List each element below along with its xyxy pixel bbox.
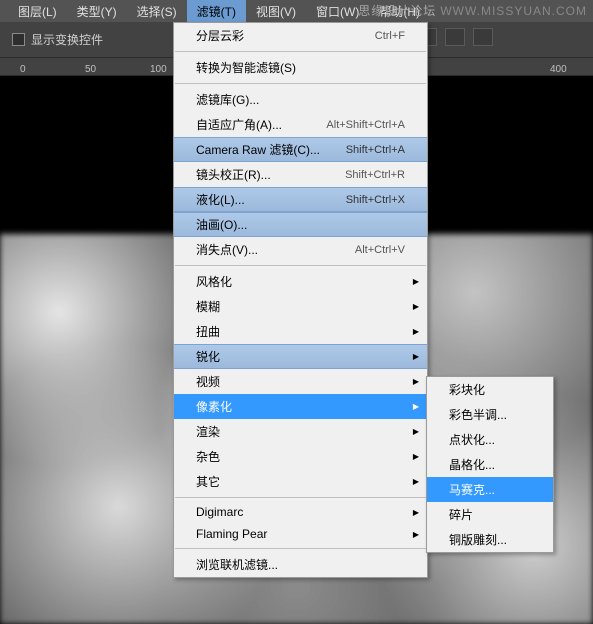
menu-item[interactable]: 风格化	[174, 269, 427, 294]
menu-separator	[175, 83, 426, 84]
menu-item[interactable]: 浏览联机滤镜...	[174, 552, 427, 577]
menu-item-shortcut: Shift+Ctrl+R	[345, 169, 405, 181]
menubar-item-1[interactable]: 类型(Y)	[67, 0, 127, 23]
menu-item[interactable]: 转换为智能滤镜(S)	[174, 55, 427, 80]
menu-item-label: 镜头校正(R)...	[196, 166, 271, 183]
checkbox-icon	[12, 33, 25, 46]
menu-separator	[175, 51, 426, 52]
menu-item[interactable]: 油画(O)...	[174, 212, 427, 237]
menubar-item-0[interactable]: 图层(L)	[8, 0, 67, 23]
menu-item-label: 分层云彩	[196, 27, 244, 44]
submenu-item[interactable]: 晶格化...	[427, 452, 553, 477]
menu-item[interactable]: 分层云彩 Ctrl+F	[174, 23, 427, 48]
menu-item-label: 滤镜库(G)...	[196, 91, 259, 108]
ruler-tick: 0	[20, 64, 26, 75]
menu-item-label: Camera Raw 滤镜(C)...	[196, 141, 320, 158]
menu-separator	[175, 548, 426, 549]
alignment-icons	[417, 28, 493, 46]
menu-separator	[175, 265, 426, 266]
menu-item[interactable]: 扭曲	[174, 319, 427, 344]
menu-item[interactable]: 消失点(V)... Alt+Ctrl+V	[174, 237, 427, 262]
menu-item[interactable]: 其它	[174, 469, 427, 494]
menu-item[interactable]: 视频	[174, 369, 427, 394]
menu-item-label: 模糊	[196, 298, 220, 315]
menu-item-shortcut: Alt+Shift+Ctrl+A	[326, 119, 405, 131]
submenu-item[interactable]: 铜版雕刻...	[427, 527, 553, 552]
menu-item-label: 自适应广角(A)...	[196, 116, 282, 133]
menu-item-label: 杂色	[196, 448, 220, 465]
watermark: 思缘设计论坛 WWW.MISSYUAN.COM	[358, 2, 587, 19]
checkbox-label: 显示变换控件	[31, 31, 103, 48]
menu-item[interactable]: 滤镜库(G)...	[174, 87, 427, 112]
align-icon-3[interactable]	[473, 28, 493, 46]
align-icon-2[interactable]	[445, 28, 465, 46]
submenu-item[interactable]: 彩色半调...	[427, 402, 553, 427]
menu-item-label: Digimarc	[196, 505, 243, 519]
submenu-item[interactable]: 点状化...	[427, 427, 553, 452]
menubar-item-2[interactable]: 选择(S)	[127, 0, 187, 23]
filter-menu-dropdown: 分层云彩 Ctrl+F 转换为智能滤镜(S) 滤镜库(G)... 自适应广角(A)...…	[173, 22, 428, 578]
menu-item-label: 像素化	[196, 398, 232, 415]
menu-item[interactable]: 自适应广角(A)... Alt+Shift+Ctrl+A	[174, 112, 427, 137]
menu-item-label: 消失点(V)...	[196, 241, 258, 258]
menu-item[interactable]: 像素化	[174, 394, 427, 419]
menu-item[interactable]: Flaming Pear	[174, 523, 427, 545]
submenu-item[interactable]: 碎片	[427, 502, 553, 527]
show-transform-controls[interactable]: 显示变换控件	[12, 31, 103, 48]
menu-item-label: 扭曲	[196, 323, 220, 340]
menu-item[interactable]: 镜头校正(R)... Shift+Ctrl+R	[174, 162, 427, 187]
menu-item-label: Flaming Pear	[196, 527, 267, 541]
menu-item-label: 视频	[196, 373, 220, 390]
menu-item-label: 其它	[196, 473, 220, 490]
menu-item-label: 锐化	[196, 348, 220, 365]
menubar-item-3[interactable]: 滤镜(T)	[187, 0, 246, 23]
ruler-tick: 50	[85, 64, 96, 75]
menu-item-label: 浏览联机滤镜...	[196, 556, 278, 573]
menu-item[interactable]: 锐化	[174, 344, 427, 369]
menu-item-shortcut: Alt+Ctrl+V	[355, 244, 405, 256]
menu-item-label: 转换为智能滤镜(S)	[196, 59, 296, 76]
menu-item[interactable]: Camera Raw 滤镜(C)... Shift+Ctrl+A	[174, 137, 427, 162]
menu-item-shortcut: Shift+Ctrl+A	[346, 144, 405, 156]
menu-item[interactable]: 杂色	[174, 444, 427, 469]
menu-separator	[175, 497, 426, 498]
submenu-item[interactable]: 马赛克...	[427, 477, 553, 502]
pixelate-submenu: 彩块化彩色半调...点状化...晶格化...马赛克...碎片铜版雕刻...	[426, 376, 554, 553]
menu-item[interactable]: 渲染	[174, 419, 427, 444]
submenu-item[interactable]: 彩块化	[427, 377, 553, 402]
menu-item[interactable]: 模糊	[174, 294, 427, 319]
ruler-tick: 100	[150, 64, 167, 75]
menu-item[interactable]: Digimarc	[174, 501, 427, 523]
menubar-item-4[interactable]: 视图(V)	[246, 0, 306, 23]
menu-item-label: 液化(L)...	[196, 191, 245, 208]
ruler-tick: 400	[550, 64, 567, 75]
menu-item-shortcut: Shift+Ctrl+X	[346, 194, 405, 206]
menu-item-label: 油画(O)...	[196, 216, 247, 233]
menu-item-label: 风格化	[196, 273, 232, 290]
menu-item-shortcut: Ctrl+F	[375, 30, 405, 42]
menu-item-label: 渲染	[196, 423, 220, 440]
menu-item[interactable]: 液化(L)... Shift+Ctrl+X	[174, 187, 427, 212]
